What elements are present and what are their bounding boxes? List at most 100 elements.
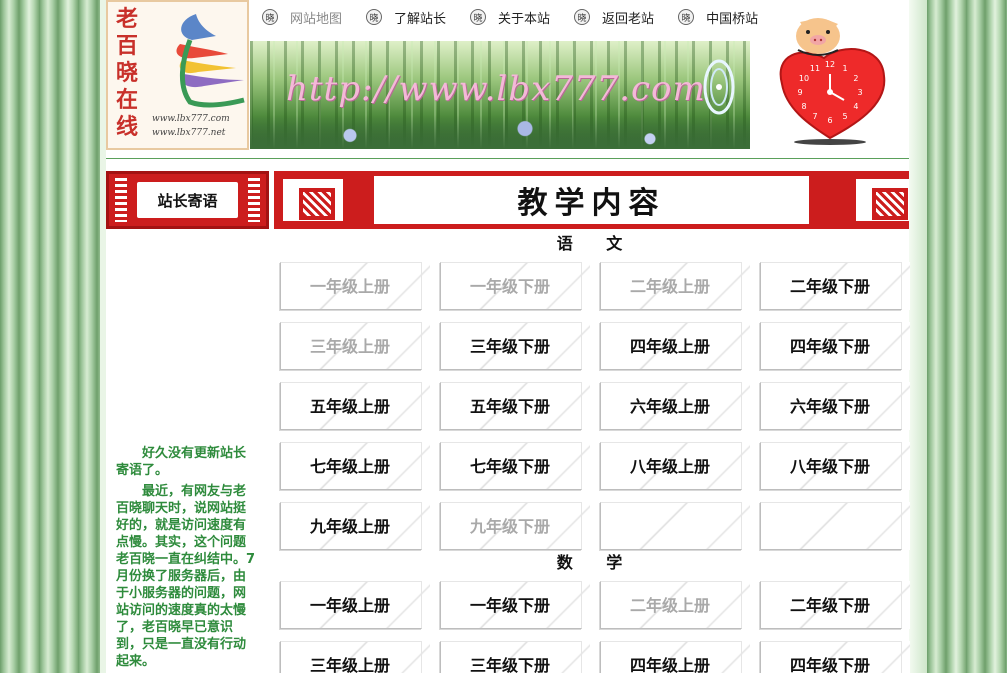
- nav-item-0[interactable]: 晓网站地图: [262, 6, 342, 28]
- right-border-edge: [909, 0, 927, 673]
- book-label: 九年级下册: [469, 517, 550, 536]
- book-button[interactable]: 六年级上册: [590, 382, 750, 430]
- nav-item-2[interactable]: 晓关于本站: [470, 6, 550, 28]
- book-label: 二年级下册: [789, 277, 870, 296]
- book-label: 九年级上册: [309, 517, 390, 536]
- book-button[interactable]: 一年级上册: [270, 262, 430, 310]
- header-deco-right: [853, 176, 909, 224]
- banner-flowers: [250, 115, 750, 149]
- book-button[interactable]: 五年级上册: [270, 382, 430, 430]
- nav-item-label: 了解站长: [394, 11, 447, 27]
- book-button[interactable]: 三年级上册: [270, 322, 430, 370]
- nav-item-4[interactable]: 晓中国桥站: [678, 6, 758, 28]
- banner-clock-icon: [703, 59, 735, 115]
- book-label: 二年级上册: [629, 277, 710, 296]
- clock-digit: 8: [801, 102, 806, 111]
- book-button[interactable]: 三年级下册: [430, 322, 590, 370]
- book-button: [750, 502, 910, 550]
- book-button[interactable]: 二年级下册: [750, 262, 910, 310]
- book-button[interactable]: 四年级下册: [750, 641, 910, 673]
- xiao-badge-icon: 晓: [678, 9, 695, 25]
- pig-clock-icon: 12 12 3 45 6 78 9 1011: [779, 18, 886, 145]
- book-button[interactable]: 五年级下册: [430, 382, 590, 430]
- logo-char: 线: [116, 114, 139, 140]
- nav-item-label: 关于本站: [498, 11, 551, 27]
- book-button[interactable]: 六年级下册: [750, 382, 910, 430]
- book-label: 一年级下册: [469, 596, 550, 615]
- content-title: 教学内容: [374, 176, 809, 224]
- clock-digit: 11: [810, 64, 820, 73]
- clock-digit: 6: [827, 116, 832, 125]
- clock-digit: 3: [857, 88, 862, 97]
- header-banner: http://www.lbx777.com: [250, 41, 750, 149]
- book-button[interactable]: 九年级下册: [430, 502, 590, 550]
- clock-digit: 2: [853, 74, 858, 83]
- book-label: 五年级下册: [469, 397, 550, 416]
- book-label: 三年级下册: [469, 337, 550, 356]
- book-button[interactable]: 三年级上册: [270, 641, 430, 673]
- book-label: 八年级上册: [629, 457, 710, 476]
- sidebar-paragraph: 好久没有更新站长寄语了。: [116, 446, 247, 478]
- book-grid: 一年级上册 一年级下册 二年级上册 二年级下册三年级上册 三年级下册 四年级上册 四年级下册…: [270, 262, 910, 550]
- nav-item-label: 中国桥站: [706, 11, 759, 27]
- book-button[interactable]: 八年级上册: [590, 442, 750, 490]
- book-button[interactable]: 八年级下册: [750, 442, 910, 490]
- logo-url-com: www.lbx777.com: [152, 114, 230, 124]
- nav-item-label: 返回老站: [602, 11, 655, 27]
- header-deco-left: [280, 176, 346, 224]
- book-label: 一年级上册: [309, 596, 390, 615]
- clock-digit: 12: [825, 60, 835, 69]
- header-divider: [106, 158, 909, 159]
- book-label: 六年级上册: [629, 397, 710, 416]
- book-button[interactable]: 四年级上册: [590, 641, 750, 673]
- clock-digit: 9: [797, 88, 802, 97]
- sidebar-header-deco-left: [115, 178, 127, 222]
- nav-item-3[interactable]: 晓返回老站: [574, 6, 654, 28]
- subject-list: 语 文一年级上册 一年级下册 二年级上册 二年级下册 三年级上册 三年级下册 四年级上册 四年…: [270, 231, 910, 673]
- book-label: 五年级上册: [309, 397, 390, 416]
- clock-digit: 1: [842, 64, 847, 73]
- xiao-badge-icon: 晓: [262, 9, 278, 25]
- clock-digit: 4: [853, 102, 858, 111]
- book-button[interactable]: 四年级下册: [750, 322, 910, 370]
- book-button[interactable]: 九年级上册: [270, 502, 430, 550]
- clock-digit: 5: [842, 112, 847, 121]
- book-label: 一年级上册: [309, 277, 390, 296]
- book-label: 七年级下册: [469, 457, 550, 476]
- logo-url-net: www.lbx777.net: [152, 128, 226, 138]
- book-button[interactable]: 三年级下册: [430, 641, 590, 673]
- book-button[interactable]: 二年级上册: [590, 262, 750, 310]
- xiao-badge-icon: 晓: [574, 9, 591, 25]
- site-logo[interactable]: 老百晓在线 www.lbx777.com www.lbx777.net: [106, 0, 249, 150]
- clock-digit: 7: [812, 112, 817, 121]
- logo-char: 晓: [116, 60, 139, 86]
- book-button[interactable]: 一年级上册: [270, 581, 430, 629]
- book-button[interactable]: 二年级上册: [590, 581, 750, 629]
- sidebar-header: 站长寄语: [106, 171, 269, 229]
- book-label: 二年级上册: [629, 596, 710, 615]
- book-grid: 一年级上册 一年级下册 二年级上册 二年级下册三年级上册 三年级下册 四年级上册 四年级下册: [270, 581, 910, 673]
- book-label: 三年级上册: [309, 337, 390, 356]
- book-button[interactable]: 二年级下册: [750, 581, 910, 629]
- book-button[interactable]: 一年级下册: [430, 262, 590, 310]
- book-label: 四年级上册: [629, 656, 710, 673]
- subject-title: 数 学: [556, 553, 637, 572]
- right-green-border: [927, 0, 1007, 673]
- book-button[interactable]: 七年级上册: [270, 442, 430, 490]
- sidebar-header-deco-right: [248, 178, 260, 222]
- book-label: 四年级上册: [629, 337, 710, 356]
- book-button[interactable]: 一年级下册: [430, 581, 590, 629]
- book-button[interactable]: 四年级上册: [590, 322, 750, 370]
- book-label: 八年级下册: [789, 457, 870, 476]
- left-green-border: [0, 0, 100, 673]
- book-button[interactable]: 七年级下册: [430, 442, 590, 490]
- clock-digit: 10: [799, 74, 809, 83]
- xiao-badge-icon: 晓: [366, 9, 383, 25]
- nav-item-1[interactable]: 晓了解站长: [366, 6, 446, 28]
- book-label: 二年级下册: [789, 596, 870, 615]
- sidebar-paragraph: 最近，有网友与老百晓聊天时，说网站挺好的，就是访问速度有点慢。其实，这个问题老百…: [116, 484, 256, 669]
- content-header: 教学内容: [274, 171, 909, 229]
- book-label: 三年级下册: [469, 656, 550, 673]
- book-label: 七年级上册: [309, 457, 390, 476]
- sidebar-message: 好久没有更新站长寄语了。最近，有网友与老百晓聊天时，说网站挺好的，就是访问速度有…: [116, 445, 258, 673]
